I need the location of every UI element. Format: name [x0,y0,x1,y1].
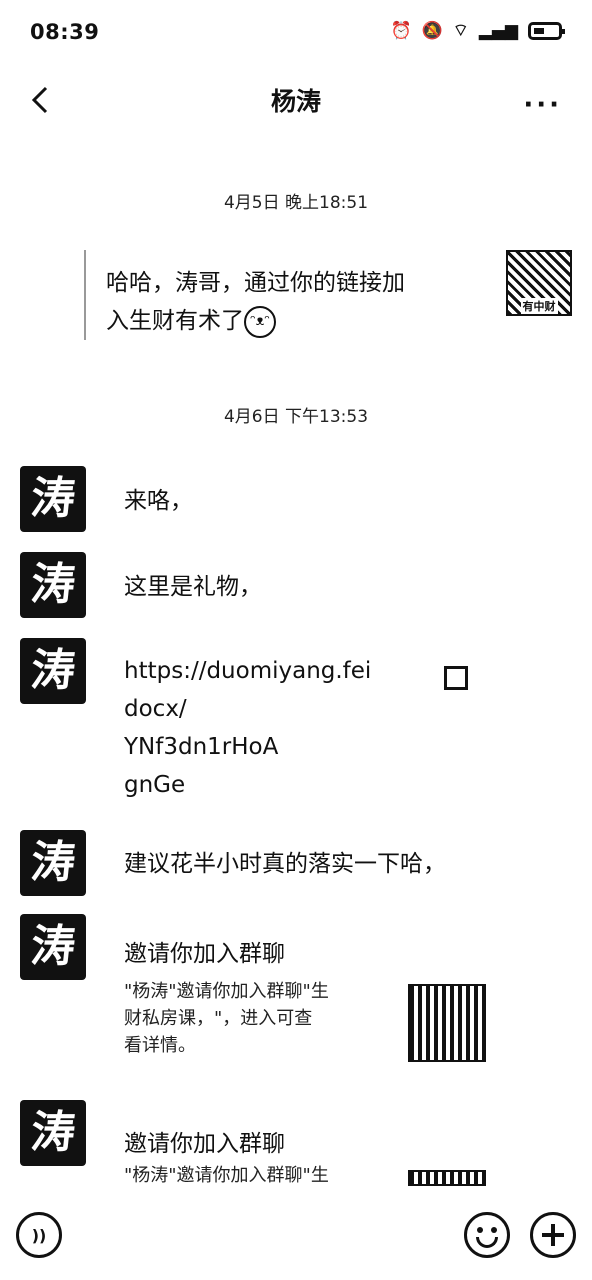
invite-desc-line: 财私房课，"，进入可查 [124,1008,313,1029]
my-message-line: 入生财有术了 ᵔᴥᵔ [106,302,480,340]
time-divider: 4月5日 晚上18:51 [223,193,369,213]
link-line: YNf3dn1rHoA [124,734,279,760]
voice-icon[interactable]: )) [16,1212,62,1258]
group-thumbnail[interactable] [408,1170,486,1186]
status-time: 08:39 [30,20,100,44]
voice-glyph: )) [31,1225,47,1245]
invite-card-desc[interactable]: "杨涛"邀请你加入群聊"生 财私房课，"，进入可查 看详情。 [124,978,386,1059]
mute-icon: 🔕 [421,20,443,41]
invite-card-title[interactable]: 邀请你加入群聊 [124,934,285,968]
chat-title: 杨涛 [270,87,321,116]
message-text[interactable]: 这里是礼物， [124,568,262,606]
link-line: docx/ [124,696,187,722]
status-icons: ⏰ 🔕 ⌔ ▂▄▆ [390,20,565,41]
contact-avatar[interactable]: 涛 [20,552,86,618]
avatar-char: 涛 [28,921,78,972]
message-text[interactable]: 来咯， [124,482,193,520]
avatar-char: 涛 [28,1107,78,1158]
invite-card-desc[interactable]: "杨涛"邀请你加入群聊"生 [124,1162,386,1189]
invite-desc-line: "杨涛"邀请你加入群聊"生 [124,981,329,1002]
my-avatar-label: 有中财 [520,298,558,314]
wifi-icon: ⌔ [452,21,469,41]
link-line: https://duomiyang.fei [124,658,372,684]
more-dots-icon[interactable]: ··· [523,90,562,120]
invite-desc-line: 看详情。 [124,1035,196,1056]
my-message-line: 哈哈，涛哥，通过你的链接加 [106,270,405,296]
link-line: gnGe [124,772,186,798]
avatar-char: 涛 [28,837,78,888]
contact-avatar[interactable]: 涛 [20,466,86,532]
my-message-bubble[interactable]: 哈哈，涛哥，通过你的链接加 入生财有术了 ᵔᴥᵔ [84,250,480,340]
avatar-char: 涛 [28,473,78,524]
contact-avatar[interactable]: 涛 [20,914,86,980]
contact-avatar[interactable]: 涛 [20,1100,86,1166]
contact-avatar[interactable]: 涛 [20,830,86,896]
contact-avatar[interactable]: 涛 [20,638,86,704]
smile-emoji-icon: ᵔᴥᵔ [244,305,276,338]
avatar-char: 涛 [28,645,78,696]
alarm-icon: ⏰ [390,20,412,41]
checkbox-square-icon [444,666,468,690]
group-thumbnail[interactable] [408,984,486,1062]
emoji-icon[interactable] [464,1212,510,1258]
battery-icon [528,21,565,40]
signal-icon: ▂▄▆ [478,20,518,41]
invite-desc-line: "杨涛"邀请你加入群聊"生 [124,1165,329,1186]
message-text[interactable]: 建议花半小时真的落实一下哈， [124,845,446,883]
plus-icon[interactable] [530,1212,576,1258]
my-avatar[interactable]: 有中财 [506,250,572,316]
time-divider: 4月6日 下午13:53 [223,407,369,427]
link-message[interactable]: https://duomiyang.fei docx/ YNf3dn1rHoA … [124,652,424,804]
avatar-char: 涛 [28,559,78,610]
invite-card-title[interactable]: 邀请你加入群聊 [124,1124,285,1158]
my-message-text: 入生财有术了 [106,308,244,334]
